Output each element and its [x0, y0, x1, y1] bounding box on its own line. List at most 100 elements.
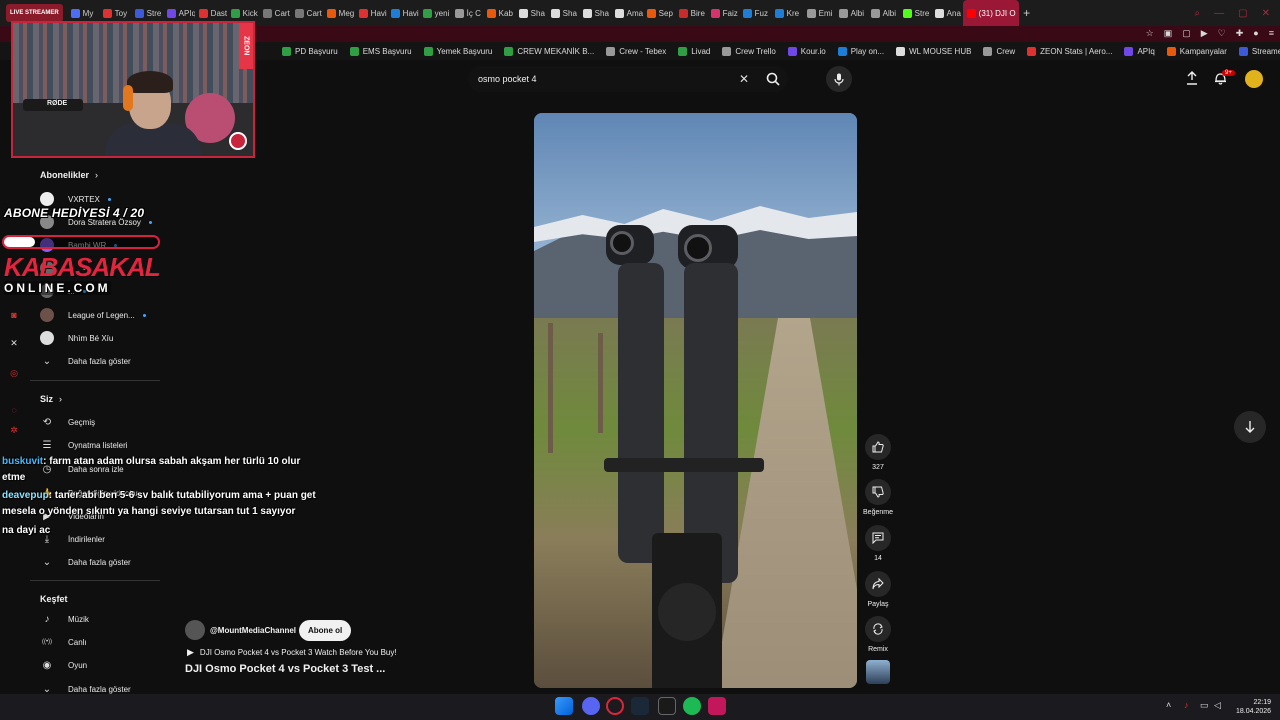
playlist-link[interactable]: ▶ DJI Osmo Pocket 4 vs Pocket 3 Watch Be…	[187, 647, 397, 658]
tab[interactable]: Ana	[931, 0, 963, 26]
settings-icon[interactable]: ✲	[6, 425, 22, 436]
close-icon[interactable]: ✕	[1262, 8, 1270, 19]
bookmark[interactable]: Streamer Panel	[1238, 46, 1280, 56]
maximize-icon[interactable]: ▢	[1238, 8, 1247, 19]
search-tabs-icon[interactable]: ⌕	[1195, 8, 1201, 19]
start-icon[interactable]	[555, 697, 573, 715]
bookmark[interactable]: Crew	[983, 46, 1015, 56]
nav-item-live[interactable]: ((•)) Canlı	[40, 633, 160, 651]
tab[interactable]: Sep	[643, 0, 675, 26]
minimize-icon[interactable]: —	[1214, 8, 1224, 19]
tab[interactable]: yeni	[419, 0, 451, 26]
voice-search-button[interactable]	[826, 66, 852, 92]
tab[interactable]: Sha	[579, 0, 611, 26]
menu-icon[interactable]: ≡	[1269, 28, 1274, 39]
tab[interactable]: Emi	[803, 0, 835, 26]
clear-search-icon[interactable]: ✕	[730, 72, 758, 86]
bookmark[interactable]: Play on...	[837, 46, 884, 56]
tab[interactable]: Fuz	[739, 0, 771, 26]
bookmark[interactable]: Yemek Başvuru	[423, 46, 492, 56]
tab[interactable]: Faiz	[707, 0, 739, 26]
bookmark[interactable]: APIq	[1124, 46, 1155, 56]
sound-thumbnail[interactable]	[866, 660, 890, 684]
video-title[interactable]: DJI Osmo Pocket 4 vs Pocket 3 Test ...	[185, 663, 385, 675]
tab[interactable]: Cart	[259, 0, 291, 26]
volume-icon[interactable]: ◁	[1214, 700, 1221, 711]
new-tab-button[interactable]: +	[1019, 6, 1035, 20]
subscription-item[interactable]: League of Legen...	[40, 306, 160, 324]
tab[interactable]: Havi	[387, 0, 419, 26]
show-more-subscriptions[interactable]: ⌄ Daha fazla göster	[40, 352, 160, 370]
bookmark[interactable]: Livad	[678, 46, 710, 56]
you-heading[interactable]: Siz ›	[40, 394, 62, 404]
circle-icon[interactable]: ◎	[6, 368, 22, 379]
puzzle-icon[interactable]: ✚	[1236, 28, 1244, 39]
channel-name[interactable]: @MountMediaChannel	[210, 626, 296, 635]
short-video-player[interactable]	[534, 113, 857, 688]
tab[interactable]: Meg	[323, 0, 355, 26]
nav-item-playlist[interactable]: ☰ Oynatma listeleri	[40, 436, 160, 454]
steam-icon[interactable]	[631, 697, 649, 715]
dislike-button[interactable]: Beğenme	[863, 479, 893, 516]
tab[interactable]: Kab	[483, 0, 515, 26]
profile-icon[interactable]: ●	[1253, 28, 1258, 39]
tab[interactable]: Havi	[355, 0, 387, 26]
bookmark[interactable]: Crew Trello	[722, 46, 776, 56]
remix-button[interactable]: Remix	[863, 616, 893, 653]
extension-icon[interactable]: ▣	[1164, 28, 1173, 39]
like-button[interactable]: 327	[863, 434, 893, 471]
play-icon[interactable]: ▶	[1201, 28, 1208, 39]
discord-icon[interactable]	[582, 697, 600, 715]
instagram-icon[interactable]: ◙	[6, 310, 22, 320]
tab[interactable]: Sha	[547, 0, 579, 26]
search-input[interactable]: osmo pocket 4	[478, 74, 730, 84]
tab[interactable]: Stre	[899, 0, 931, 26]
next-short-button[interactable]	[1234, 411, 1266, 443]
tab[interactable]: Kre	[771, 0, 803, 26]
subscriptions-heading[interactable]: Abonelikler ›	[40, 170, 98, 180]
nav-item-gaming[interactable]: ◉ Oyun	[40, 656, 160, 674]
subscription-item[interactable]: Nhìm Bé Xíu	[40, 329, 160, 347]
nav-item-history[interactable]: ⟲ Geçmiş	[40, 413, 160, 431]
search-button[interactable]	[758, 66, 788, 92]
kick-icon[interactable]: ◌	[6, 405, 22, 415]
bookmark[interactable]: PD Başvuru	[282, 46, 338, 56]
mic-tray-icon[interactable]: ♪	[1184, 700, 1189, 710]
account-avatar[interactable]	[1245, 70, 1263, 88]
x-icon[interactable]: ✕	[6, 338, 22, 349]
subscribe-button[interactable]: Abone ol	[299, 620, 352, 641]
bookmark[interactable]: CREW MEKANİK B...	[504, 46, 594, 56]
tab-active[interactable]: (31) DJI O	[962, 0, 1019, 26]
bookmark[interactable]: ZEON Stats | Aero...	[1027, 46, 1112, 56]
spotify-icon[interactable]	[683, 697, 701, 715]
search-bar[interactable]: osmo pocket 4 ✕	[468, 66, 788, 92]
cast-icon[interactable]: ▢	[1182, 28, 1191, 39]
tab[interactable]: Ama	[611, 0, 643, 26]
tab[interactable]: İç C	[451, 0, 483, 26]
browser-app-icon[interactable]	[708, 697, 726, 715]
tab[interactable]: Bire	[675, 0, 707, 26]
channel-avatar[interactable]	[185, 620, 205, 640]
system-clock[interactable]: 22:19 18.04.2026	[1236, 698, 1271, 716]
comments-button[interactable]: 14	[863, 525, 893, 562]
upload-button[interactable]	[1184, 68, 1200, 88]
opera-icon[interactable]	[606, 697, 624, 715]
share-button[interactable]: Paylaş	[863, 571, 893, 608]
tab[interactable]: Albi	[835, 0, 867, 26]
obs-icon[interactable]	[658, 697, 676, 715]
bookmark[interactable]: WL MOUSE HUB	[896, 46, 971, 56]
tab[interactable]: Cart	[291, 0, 323, 26]
tab[interactable]: Albi	[867, 0, 899, 26]
bookmark[interactable]: Kampanyalar	[1166, 46, 1227, 56]
network-icon[interactable]: ▭	[1200, 700, 1209, 711]
bookmark[interactable]: EMS Başvuru	[349, 46, 412, 56]
heart-icon[interactable]: ♡	[1218, 28, 1226, 39]
show-more-you[interactable]: ⌄ Daha fazla göster	[40, 553, 160, 571]
tab-live-streamer[interactable]: LIVE STREAMER	[6, 4, 63, 22]
bookmark[interactable]: Kour.io	[787, 46, 826, 56]
nav-item-music[interactable]: ♪ Müzik	[40, 610, 160, 628]
tray-expand-icon[interactable]: ˄	[1166, 700, 1171, 710]
bookmark-icon[interactable]: ☆	[1146, 28, 1154, 39]
tab[interactable]: Sha	[515, 0, 547, 26]
bookmark[interactable]: Crew - Tebex	[606, 46, 666, 56]
